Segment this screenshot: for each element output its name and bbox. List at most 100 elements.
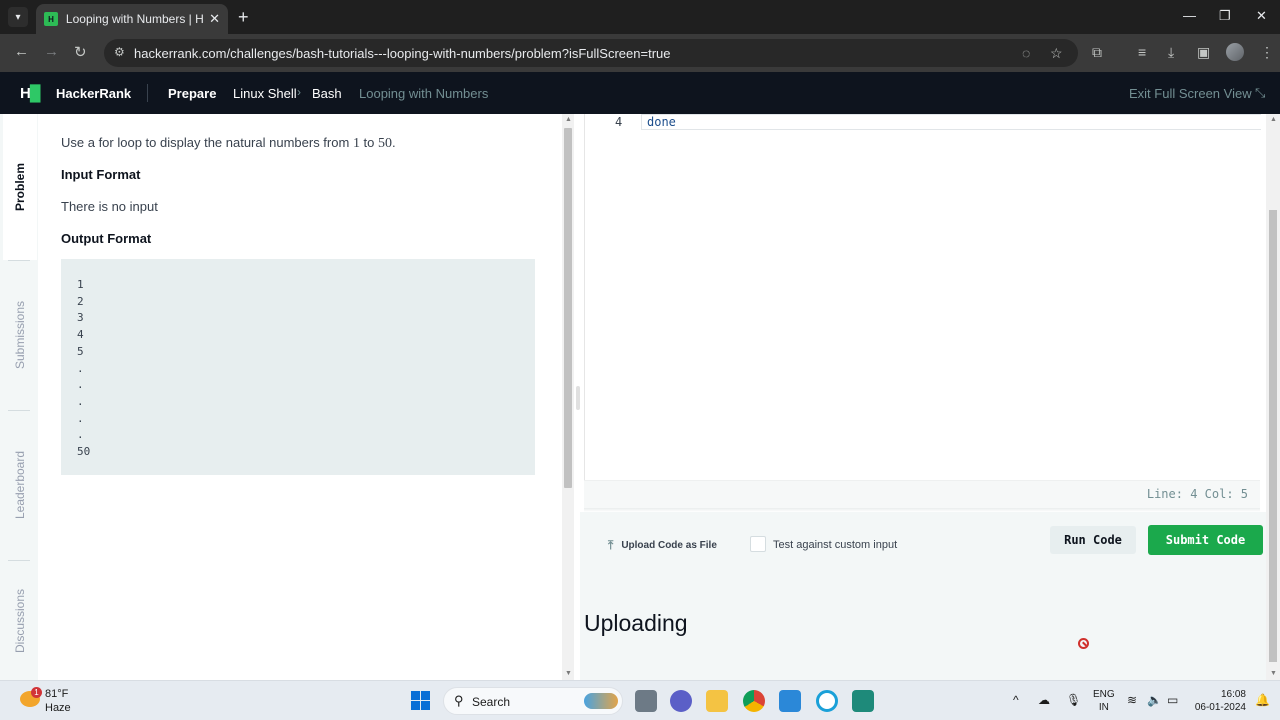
- browser-menu-icon[interactable]: ⋮: [1260, 44, 1274, 61]
- scroll-down-arrow-icon[interactable]: ▼: [1270, 670, 1277, 677]
- active-line-highlight: [641, 114, 1261, 130]
- editor-scrollbar[interactable]: ▲ ▼: [1266, 114, 1280, 680]
- code-editor[interactable]: 4 done: [584, 114, 1261, 508]
- address-bar[interactable]: ⚙ hackerrank.com/challenges/bash-tutoria…: [104, 39, 1078, 67]
- side-panel-icon[interactable]: ▣: [1197, 44, 1210, 61]
- tab-submissions[interactable]: Submissions: [3, 262, 37, 408]
- exit-fullscreen-link[interactable]: Exit Full Screen View: [1129, 86, 1252, 101]
- forward-arrow-icon[interactable]: →: [44, 43, 59, 60]
- tray-chevron-up-icon[interactable]: ^: [1013, 693, 1019, 707]
- input-format-text: There is no input: [61, 199, 158, 214]
- chrome-icon[interactable]: [743, 690, 765, 712]
- not-allowed-cursor-icon: [1078, 638, 1089, 649]
- hackerrank-favicon-icon: H: [44, 12, 58, 26]
- tab-divider: [8, 410, 30, 411]
- wifi-icon[interactable]: ≋: [1127, 693, 1137, 707]
- notification-bell-icon[interactable]: 🔔: [1255, 693, 1270, 707]
- output-sample-line: 5: [77, 344, 84, 358]
- scroll-up-arrow-icon[interactable]: ▲: [1270, 116, 1277, 123]
- custom-input-label[interactable]: Test against custom input: [773, 539, 897, 551]
- breadcrumb-prepare[interactable]: Prepare: [168, 86, 216, 101]
- tab-discussions[interactable]: Discussions: [3, 562, 37, 680]
- new-tab-plus-icon[interactable]: +: [238, 7, 249, 27]
- window-close-icon[interactable]: ✕: [1256, 8, 1267, 24]
- media-app-icon[interactable]: [852, 690, 874, 712]
- editor-scrollbar-thumb[interactable]: [1269, 210, 1277, 662]
- exit-fullscreen-icon[interactable]: ⤡: [1255, 85, 1265, 101]
- breadcrumb-chevron-icon: ›: [297, 85, 301, 99]
- tab-title: Looping with Numbers | HackerRank: [65, 12, 204, 26]
- output-sample-line: 2: [77, 294, 84, 308]
- output-sample-line: .: [77, 428, 84, 442]
- input-format-heading: Input Format: [61, 167, 141, 182]
- windows-start-icon[interactable]: [411, 691, 430, 710]
- side-tabs: Problem Submissions Leaderboard Discussi…: [0, 114, 38, 680]
- volume-icon[interactable]: 🔈: [1147, 693, 1162, 707]
- submit-code-button[interactable]: Submit Code: [1148, 525, 1263, 555]
- output-sample-lines: 1 2 3 4 5..... 50: [77, 277, 90, 461]
- bookmark-star-icon[interactable]: ☆: [1050, 45, 1063, 62]
- custom-input-checkbox[interactable]: [750, 536, 766, 552]
- scroll-up-arrow-icon[interactable]: ▲: [565, 116, 572, 123]
- search-label: Search: [472, 695, 511, 709]
- output-sample-line: 50: [77, 445, 91, 459]
- maximize-icon[interactable]: ❐: [1219, 8, 1231, 24]
- tab-search-chevron-icon[interactable]: ▾: [8, 7, 28, 27]
- run-code-button[interactable]: Run Code: [1050, 526, 1136, 554]
- brand-name[interactable]: HackerRank: [56, 86, 131, 101]
- problem-scrollbar-thumb[interactable]: [564, 128, 572, 488]
- hackerrank-header: H█ HackerRank Prepare Linux Shell › Bash…: [0, 72, 1280, 114]
- back-arrow-icon[interactable]: ←: [14, 43, 29, 60]
- tab-problem[interactable]: Problem: [3, 114, 37, 260]
- editor-panel: 4 done Line: 4 Col: 5 ⤒ Upload Code as Fi…: [580, 114, 1280, 680]
- weather-temp[interactable]: 81°F: [45, 688, 68, 700]
- onedrive-icon[interactable]: ☁: [1038, 693, 1050, 707]
- cursor-position: Line: 4 Col: 5: [1146, 487, 1248, 501]
- weather-desc[interactable]: Haze: [45, 702, 71, 714]
- uploading-status: Uploading: [584, 610, 688, 636]
- clock[interactable]: 16:08 06-01-2024: [1194, 688, 1246, 714]
- output-sample-line: 1: [77, 278, 84, 291]
- problem-intro: Use a for loop to display the natural nu…: [61, 135, 396, 151]
- media-queue-icon[interactable]: ≡: [1138, 44, 1146, 60]
- alexa-icon[interactable]: [816, 690, 838, 712]
- tab-close-icon[interactable]: ✕: [209, 11, 220, 27]
- scroll-down-arrow-icon[interactable]: ▼: [565, 670, 572, 677]
- output-format-heading: Output Format: [61, 231, 152, 246]
- teams-icon[interactable]: [670, 690, 692, 712]
- code-line[interactable]: done: [647, 115, 676, 129]
- microphone-icon[interactable]: 🎙: [1066, 693, 1081, 707]
- site-info-icon[interactable]: ⚙: [114, 45, 125, 59]
- download-icon[interactable]: ⤓: [1168, 44, 1174, 61]
- output-sample-line: .: [77, 378, 84, 392]
- minimize-icon[interactable]: —: [1183, 8, 1196, 23]
- browser-tab-bar: ▾ H Looping with Numbers | HackerRank ✕ …: [0, 0, 1280, 34]
- header-divider: [147, 84, 148, 102]
- profile-avatar[interactable]: [1226, 43, 1244, 61]
- browser-tab-active[interactable]: H Looping with Numbers | HackerRank ✕: [36, 4, 228, 34]
- file-explorer-icon[interactable]: [706, 690, 728, 712]
- output-sample-line: .: [77, 394, 84, 408]
- output-sample-box: 1 2 3 4 5..... 50: [61, 259, 535, 475]
- reload-icon[interactable]: ↻: [74, 43, 87, 61]
- eye-off-icon[interactable]: ◌: [1022, 45, 1030, 61]
- breadcrumb-linux-shell[interactable]: Linux Shell: [233, 86, 297, 101]
- windows-taskbar: 1 81°F Haze ⚲ Search ^ ☁ 🎙 ENG IN ≋ 🔈 ▭ 1…: [0, 680, 1280, 720]
- battery-icon[interactable]: ▭: [1167, 693, 1178, 707]
- tab-leaderboard[interactable]: Leaderboard: [3, 412, 37, 558]
- taskbar-search[interactable]: ⚲ Search: [443, 687, 623, 715]
- weather-badge: 1: [31, 687, 42, 698]
- extensions-puzzle-icon[interactable]: ⧉: [1092, 44, 1102, 61]
- upload-icon: ⤒: [608, 538, 614, 552]
- language-indicator[interactable]: ENG IN: [1093, 688, 1115, 714]
- address-url[interactable]: hackerrank.com/challenges/bash-tutorials…: [134, 46, 671, 61]
- search-icon: ⚲: [454, 693, 464, 708]
- task-view-icon[interactable]: [635, 690, 657, 712]
- problem-panel: Use a for loop to display the natural nu…: [38, 114, 560, 680]
- search-highlight-icon: [584, 693, 618, 709]
- upload-code-button[interactable]: ⤒ Upload Code as File: [608, 538, 717, 553]
- hackerrank-logo-icon[interactable]: H█: [20, 85, 40, 102]
- store-icon[interactable]: [779, 690, 801, 712]
- problem-scrollbar[interactable]: ▲ ▼: [562, 114, 574, 680]
- breadcrumb-bash[interactable]: Bash: [312, 86, 342, 101]
